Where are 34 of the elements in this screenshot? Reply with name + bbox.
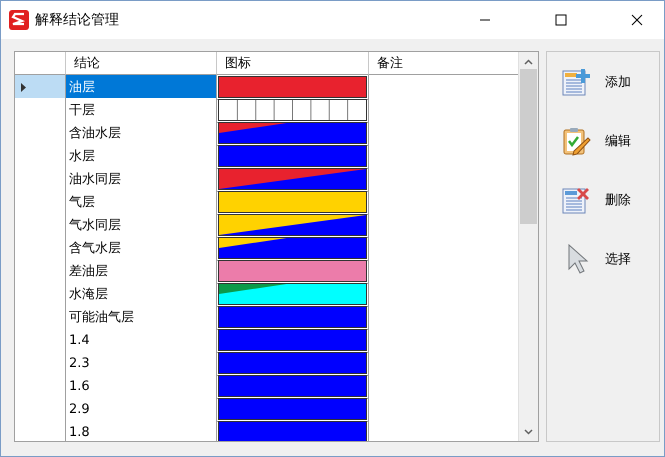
maximize-icon [555, 14, 567, 26]
action-button[interactable]: 添加 [547, 60, 659, 104]
scroll-down-icon[interactable] [524, 429, 534, 435]
document-plus-icon [561, 67, 592, 97]
table-cell: 1.6 [66, 374, 217, 399]
table-cell: 干层 [66, 98, 217, 123]
table-cell: 差油层 [66, 259, 217, 284]
table-cell: 含气水层 [66, 236, 217, 261]
row-header[interactable] [15, 75, 66, 100]
document-cross-icon [561, 185, 592, 215]
table-cell: 1.4 [66, 328, 217, 353]
table-cell: 油水同层 [66, 167, 217, 192]
current-row-icon [21, 82, 26, 92]
close-icon [631, 14, 643, 26]
table-cell: 水层 [66, 144, 217, 169]
clipboard-pencil-icon [561, 126, 592, 156]
window-title: 解释结论管理 [35, 11, 120, 29]
action-button[interactable]: 删除 [547, 178, 659, 222]
action-button[interactable]: 编辑 [547, 119, 659, 163]
column-header[interactable]: 图标 [217, 52, 369, 75]
action-button[interactable]: 选择 [547, 237, 659, 281]
app-logo-icon [9, 10, 29, 30]
table-cell: 油层 [66, 75, 217, 100]
table-cell: 气层 [66, 190, 217, 215]
scroll-up-icon[interactable] [524, 59, 534, 65]
table-cell: 2.9 [66, 397, 217, 422]
table-cell: 可能油气层 [66, 305, 217, 330]
scrollbar-thumb[interactable] [520, 69, 538, 224]
table-cell: 2.3 [66, 351, 217, 376]
table-cell: 1.8 [66, 420, 217, 441]
table-cell: 水淹层 [66, 282, 217, 307]
table-cell: 气水同层 [66, 213, 217, 238]
column-header[interactable]: 结论 [66, 52, 217, 75]
table-cell: 含油水层 [66, 121, 217, 146]
